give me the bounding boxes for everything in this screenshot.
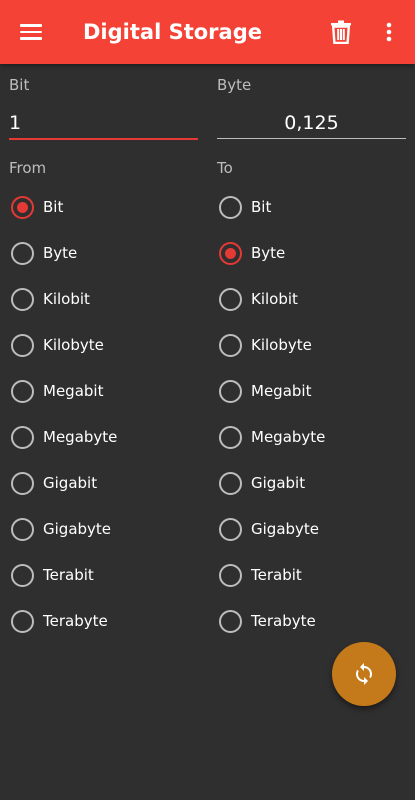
radio-label: Bit: [43, 198, 64, 216]
radio-label: Kilobit: [43, 290, 90, 308]
radio-button-icon[interactable]: [219, 563, 242, 587]
radio-label: Gigabyte: [43, 520, 112, 538]
delete-button[interactable]: [320, 11, 362, 53]
radio-button-icon[interactable]: [11, 609, 34, 633]
from-label: From: [9, 159, 47, 177]
to-label: To: [217, 159, 233, 177]
to-radio-terabyte[interactable]: Terabyte: [217, 598, 407, 644]
from-radio-kilobyte[interactable]: Kilobyte: [9, 322, 199, 368]
radio-label: Terabit: [43, 566, 94, 584]
radio-label: Kilobyte: [43, 336, 104, 354]
input-field-container: [9, 108, 198, 140]
radio-button-icon[interactable]: [219, 609, 242, 633]
more-options-button[interactable]: [368, 11, 410, 53]
to-radio-megabit[interactable]: Megabit: [217, 368, 407, 414]
menu-button[interactable]: [10, 11, 52, 53]
radio-button-icon[interactable]: [11, 563, 34, 587]
radio-button-icon[interactable]: [11, 287, 34, 311]
from-radio-gigabyte[interactable]: Gigabyte: [9, 506, 199, 552]
radio-button-icon[interactable]: [11, 333, 34, 357]
radio-button-icon[interactable]: [11, 379, 34, 403]
from-radio-kilobit[interactable]: Kilobit: [9, 276, 199, 322]
input-unit-label: Bit: [9, 76, 30, 94]
to-radio-gigabyte[interactable]: Gigabyte: [217, 506, 407, 552]
radio-label: Megabit: [43, 382, 104, 400]
radio-button-icon[interactable]: [219, 471, 242, 495]
from-radio-gigabit[interactable]: Gigabit: [9, 460, 199, 506]
output-field-container: [217, 108, 406, 139]
radio-label: Terabyte: [251, 612, 316, 630]
radio-label: Terabyte: [43, 612, 108, 630]
radio-label: Byte: [251, 244, 286, 262]
radio-button-icon[interactable]: [219, 379, 242, 403]
from-radio-megabit[interactable]: Megabit: [9, 368, 199, 414]
radio-button-icon[interactable]: [219, 241, 242, 265]
radio-button-icon[interactable]: [219, 333, 242, 357]
page-title: Digital Storage: [83, 20, 262, 44]
to-radio-kilobyte[interactable]: Kilobyte: [217, 322, 407, 368]
radio-label: Megabyte: [251, 428, 326, 446]
to-radio-bit[interactable]: Bit: [217, 184, 407, 230]
radio-button-icon[interactable]: [11, 241, 34, 265]
trash-icon: [331, 20, 351, 44]
radio-label: Kilobit: [251, 290, 298, 308]
radio-label: Terabit: [251, 566, 302, 584]
radio-label: Gigabit: [43, 474, 98, 492]
from-radio-terabyte[interactable]: Terabyte: [9, 598, 199, 644]
radio-label: Gigabit: [251, 474, 306, 492]
to-radio-kilobit[interactable]: Kilobit: [217, 276, 407, 322]
more-vertical-icon: [386, 22, 392, 42]
radio-label: Gigabyte: [251, 520, 320, 538]
swap-refresh-icon: [356, 663, 372, 685]
radio-button-icon[interactable]: [219, 517, 242, 541]
radio-label: Megabyte: [43, 428, 118, 446]
output-unit-label: Byte: [217, 76, 252, 94]
radio-button-icon[interactable]: [11, 195, 34, 219]
from-radio-terabit[interactable]: Terabit: [9, 552, 199, 598]
to-radio-megabyte[interactable]: Megabyte: [217, 414, 407, 460]
from-radio-byte[interactable]: Byte: [9, 230, 199, 276]
swap-units-button[interactable]: [332, 642, 396, 706]
from-radio-megabyte[interactable]: Megabyte: [9, 414, 199, 460]
radio-button-icon[interactable]: [11, 425, 34, 449]
hamburger-menu-icon: [20, 24, 42, 40]
radio-label: Bit: [251, 198, 272, 216]
from-radio-bit[interactable]: Bit: [9, 184, 199, 230]
to-radio-byte[interactable]: Byte: [217, 230, 407, 276]
radio-label: Megabit: [251, 382, 312, 400]
radio-label: Kilobyte: [251, 336, 312, 354]
app-bar: Digital Storage: [0, 0, 415, 64]
radio-button-icon[interactable]: [11, 517, 34, 541]
value-input[interactable]: [9, 108, 198, 138]
to-radio-group: Bit Byte Kilobit Kilobyte Megabit Megabyte Gig…: [217, 184, 407, 644]
result-output[interactable]: [217, 108, 406, 138]
radio-button-icon[interactable]: [219, 195, 242, 219]
to-radio-gigabit[interactable]: Gigabit: [217, 460, 407, 506]
radio-button-icon[interactable]: [219, 425, 242, 449]
radio-button-icon[interactable]: [219, 287, 242, 311]
radio-label: Byte: [43, 244, 78, 262]
from-radio-group: Bit Byte Kilobit Kilobyte Megabit Megabyte Gig…: [9, 184, 199, 644]
radio-button-icon[interactable]: [11, 471, 34, 495]
to-radio-terabit[interactable]: Terabit: [217, 552, 407, 598]
